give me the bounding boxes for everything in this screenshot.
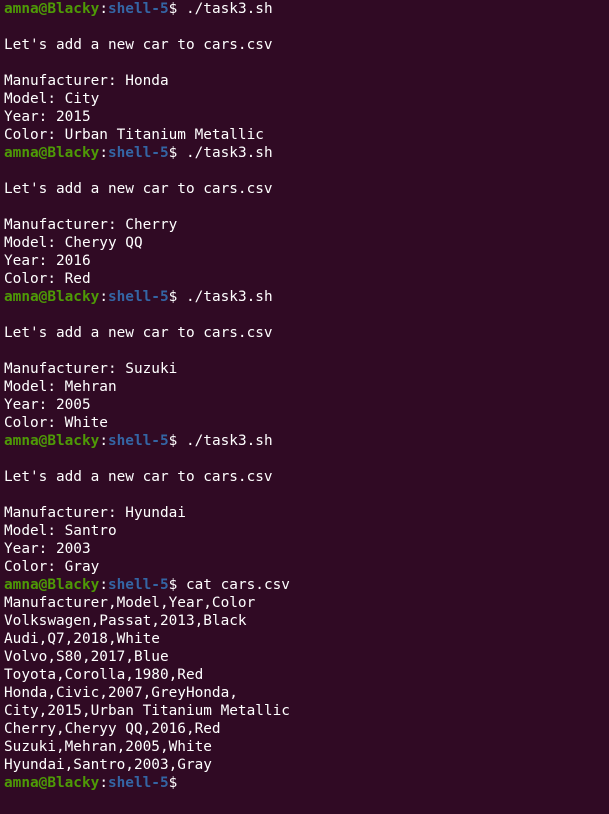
output-line: Let's add a new car to cars.csv (4, 325, 273, 341)
output-line: Audi,Q7,2018,White (4, 631, 160, 647)
command-text: ./task3.sh (185, 433, 273, 449)
prompt-line: amna@Blacky:shell-5$ ./task3.sh (4, 432, 605, 450)
prompt-user: amna@Blacky (4, 433, 100, 449)
prompt-dollar: $ (168, 577, 186, 593)
output-line: Let's add a new car to cars.csv (4, 469, 273, 485)
prompt-dollar: $ (168, 1, 186, 17)
output-line: Manufacturer: Suzuki (4, 361, 178, 377)
command-text: cat cars.csv (185, 577, 290, 593)
output-line: Manufacturer: Hyundai (4, 505, 186, 521)
prompt-colon: : (99, 433, 108, 449)
output-line: Volkswagen,Passat,2013,Black (4, 613, 247, 629)
prompt-colon: : (99, 289, 108, 305)
output-line: Let's add a new car to cars.csv (4, 181, 273, 197)
prompt-path: shell-5 (107, 1, 169, 17)
prompt-line: amna@Blacky:shell-5$ ./task3.sh (4, 288, 605, 306)
prompt-dollar: $ (168, 289, 186, 305)
output-line: Model: Mehran (4, 379, 117, 395)
prompt-colon: : (99, 145, 108, 161)
output-line: Honda,Civic,2007,GreyHonda, (4, 685, 238, 701)
prompt-line: amna@Blacky:shell-5$ cat cars.csv (4, 576, 605, 594)
output-line: Year: 2005 (4, 397, 91, 413)
output-line: Color: Red (4, 271, 91, 287)
prompt-dollar: $ (168, 775, 186, 791)
command-text: ./task3.sh (185, 289, 273, 305)
prompt-colon: : (99, 1, 108, 17)
prompt-line: amna@Blacky:shell-5$ ./task3.sh (4, 0, 605, 18)
prompt-user: amna@Blacky (4, 577, 100, 593)
output-line: Cherry,Cheryy QQ,2016,Red (4, 721, 221, 737)
prompt-dollar: $ (168, 145, 186, 161)
command-text: ./task3.sh (185, 145, 273, 161)
prompt-user: amna@Blacky (4, 289, 100, 305)
output-line: Toyota,Corolla,1980,Red (4, 667, 204, 683)
output-line: Manufacturer,Model,Year,Color (4, 595, 256, 611)
prompt-user: amna@Blacky (4, 145, 100, 161)
output-line: Year: 2016 (4, 253, 91, 269)
output-line: Let's add a new car to cars.csv (4, 37, 273, 53)
prompt-user: amna@Blacky (4, 1, 100, 17)
prompt-path: shell-5 (107, 775, 169, 791)
prompt-dollar: $ (168, 433, 186, 449)
output-line: Model: City (4, 91, 100, 107)
output-line: Year: 2003 (4, 541, 91, 557)
output-line: Volvo,S80,2017,Blue (4, 649, 169, 665)
prompt-user: amna@Blacky (4, 775, 100, 791)
output-line: Year: 2015 (4, 109, 91, 125)
prompt-path: shell-5 (107, 577, 169, 593)
terminal-window[interactable]: amna@Blacky:shell-5$ ./task3.sh Let's add… (0, 0, 609, 814)
prompt-line: amna@Blacky:shell-5$ ./task3.sh (4, 144, 605, 162)
command-text: ./task3.sh (185, 1, 273, 17)
output-line: Model: Santro (4, 523, 117, 539)
prompt-colon: : (99, 577, 108, 593)
output-line: Suzuki,Mehran,2005,White (4, 739, 212, 755)
output-line: Color: Gray (4, 559, 100, 575)
output-line: Hyundai,Santro,2003,Gray (4, 757, 212, 773)
output-line: Color: Urban Titanium Metallic (4, 127, 264, 143)
output-line: Model: Cheryy QQ (4, 235, 143, 251)
prompt-path: shell-5 (107, 289, 169, 305)
output-line: Color: White (4, 415, 108, 431)
prompt-line: amna@Blacky:shell-5$ (4, 774, 605, 792)
output-line: Manufacturer: Cherry (4, 217, 178, 233)
output-line: Manufacturer: Honda (4, 73, 169, 89)
output-line: City,2015,Urban Titanium Metallic (4, 703, 290, 719)
prompt-colon: : (99, 775, 108, 791)
prompt-path: shell-5 (107, 433, 169, 449)
prompt-path: shell-5 (107, 145, 169, 161)
